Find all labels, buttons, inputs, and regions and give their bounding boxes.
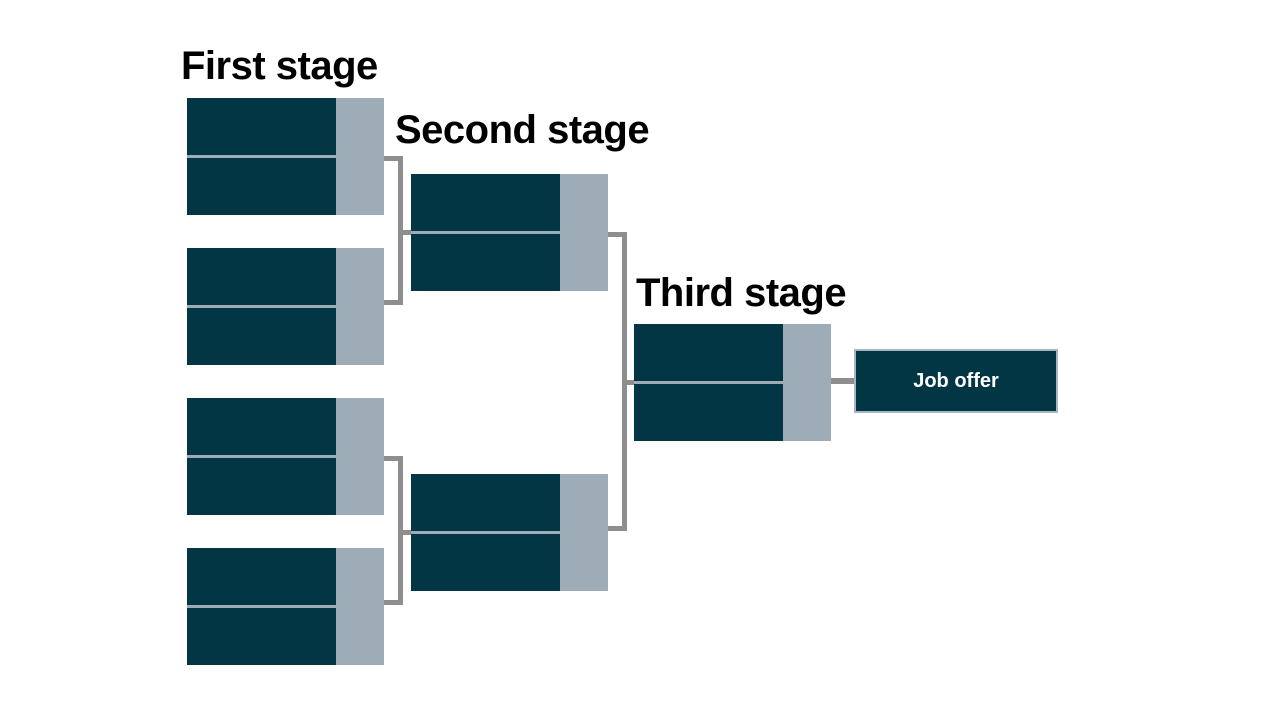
match-slot-top — [187, 398, 336, 455]
match-score-column — [336, 548, 384, 665]
second-stage-title: Second stage — [395, 108, 650, 152]
match-slot-top — [634, 324, 783, 381]
match-score-column — [560, 174, 608, 291]
match-slot-bottom — [187, 158, 336, 215]
connector-line — [398, 530, 411, 535]
match-slot-top — [411, 174, 560, 231]
third-stage-match — [634, 324, 831, 441]
second-stage-match-1 — [411, 174, 608, 291]
job-offer-label: Job offer — [913, 369, 999, 392]
third-stage-title: Third stage — [636, 271, 847, 315]
match-score-column — [336, 398, 384, 515]
match-slot-bottom — [411, 234, 560, 291]
first-stage-match-2 — [187, 248, 384, 365]
match-slot-bottom — [187, 458, 336, 515]
match-slot-top — [187, 98, 336, 155]
match-score-column — [336, 248, 384, 365]
match-slot-top — [411, 474, 560, 531]
first-stage-title: First stage — [181, 44, 378, 88]
second-stage-match-2 — [411, 474, 608, 591]
match-slot-top — [187, 248, 336, 305]
job-offer-box: Job offer — [854, 349, 1058, 413]
match-slot-top — [187, 548, 336, 605]
match-slot-bottom — [411, 534, 560, 591]
match-score-column — [560, 474, 608, 591]
match-score-column — [783, 324, 831, 441]
connector-line — [622, 380, 634, 385]
first-stage-match-3 — [187, 398, 384, 515]
connector-line — [831, 378, 854, 384]
first-stage-match-1 — [187, 98, 384, 215]
match-slot-bottom — [187, 608, 336, 665]
match-slot-bottom — [634, 384, 783, 441]
match-slot-bottom — [187, 308, 336, 365]
connector-line — [398, 230, 411, 235]
match-score-column — [336, 98, 384, 215]
first-stage-match-4 — [187, 548, 384, 665]
